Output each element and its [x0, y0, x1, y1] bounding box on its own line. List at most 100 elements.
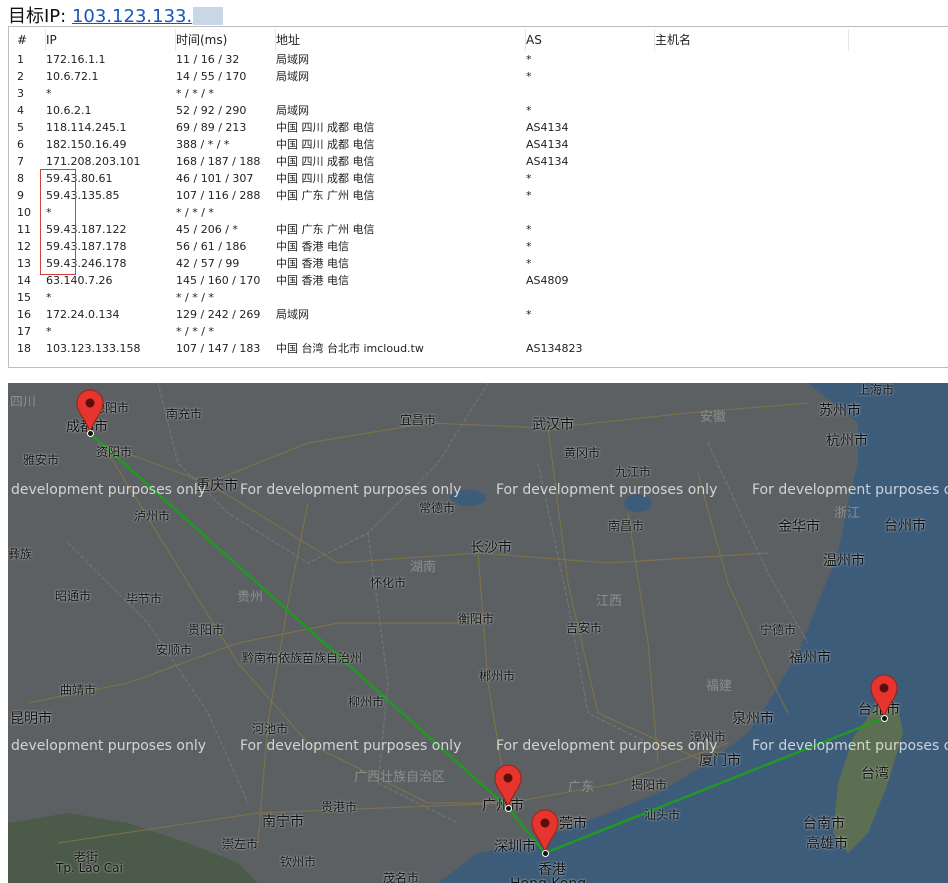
hop-cell: 14 — [17, 274, 31, 287]
time-cell: 388 / * / * — [176, 138, 230, 151]
hop-cell: 1 — [17, 53, 24, 66]
map-label: 黔南布依族苗族自治州 — [242, 651, 363, 665]
table-row[interactable]: 10 * * / * / * — [9, 204, 948, 221]
table-row[interactable]: 5 118.114.245.1 69 / 89 / 213 中国 四川 成都 电信 AS… — [9, 119, 948, 136]
map-pin-icon[interactable] — [870, 674, 898, 718]
table-row[interactable]: 8 59.43.80.61 46 / 101 / 307 中国 四川 成都 电信 * — [9, 170, 948, 187]
col-hostname[interactable]: 主机名 — [655, 29, 849, 51]
ip-cell: 103.123.133.158 — [46, 342, 141, 355]
table-row[interactable]: 17 * * / * / * — [9, 323, 948, 340]
dev-watermark: For development purposes only — [496, 482, 718, 498]
hop-cell: 15 — [17, 291, 31, 304]
address-cell: 中国 四川 成都 电信 — [276, 155, 375, 168]
map-label: 宜昌市 — [400, 413, 437, 427]
map-pin-icon[interactable] — [531, 809, 559, 853]
as-cell: * — [526, 308, 532, 321]
dev-watermark: For development purposes only — [240, 738, 462, 754]
hop-cell: 16 — [17, 308, 31, 321]
time-cell: 11 / 16 / 32 — [176, 53, 240, 66]
dev-watermark: For development purposes only — [752, 738, 948, 754]
map-pin-icon[interactable] — [494, 764, 522, 808]
time-cell: 14 / 55 / 170 — [176, 70, 247, 83]
map-label: 温州市 — [823, 553, 865, 569]
hop-cell: 17 — [17, 325, 31, 338]
map-label: 茂名市 — [383, 871, 420, 883]
table-row[interactable]: 7 171.208.203.101 168 / 187 / 188 中国 四川 成都 … — [9, 153, 948, 170]
as-cell: AS134823 — [526, 342, 583, 355]
map-label: 怀化市 — [370, 576, 407, 590]
table-row[interactable]: 2 10.6.72.1 14 / 55 / 170 局域网 * — [9, 68, 948, 85]
time-cell: 69 / 89 / 213 — [176, 121, 247, 134]
table-row[interactable]: 6 182.150.16.49 388 / * / * 中国 四川 成都 电信 AS41… — [9, 136, 948, 153]
as-cell: * — [526, 104, 532, 117]
table-row[interactable]: 15 * * / * / * — [9, 289, 948, 306]
address-cell: 局域网 — [276, 53, 309, 66]
time-cell: 129 / 242 / 269 — [176, 308, 261, 321]
hop-cell: 7 — [17, 155, 24, 168]
ip-cell: 118.114.245.1 — [46, 121, 127, 134]
address-cell: 中国 广东 广州 电信 — [276, 223, 375, 236]
map-label: 九江市 — [615, 465, 652, 479]
as-cell: AS4134 — [526, 155, 569, 168]
table-row[interactable]: 18 103.123.133.158 107 / 147 / 183 中国 台湾 台北… — [9, 340, 948, 357]
address-cell: 局域网 — [276, 70, 309, 83]
time-cell: 52 / 92 / 290 — [176, 104, 247, 117]
map-label: 钦州市 — [280, 855, 317, 869]
hop-cell: 3 — [17, 87, 24, 100]
map-label: 湖南 — [410, 560, 437, 575]
map-label: 苏州市 — [819, 403, 861, 419]
table-row[interactable]: 4 10.6.2.1 52 / 92 / 290 局域网 * — [9, 102, 948, 119]
target-ip-label: 目标IP: — [8, 6, 67, 27]
map-label: 彝族 — [8, 547, 33, 561]
as-cell: AS4134 — [526, 138, 569, 151]
map-label: 南充市 — [166, 407, 203, 421]
map-label: 曲靖市 — [60, 683, 97, 697]
map-label: 贵州 — [237, 590, 264, 605]
map-pin-icon[interactable] — [76, 389, 104, 433]
map-label: 柳州市 — [348, 695, 385, 709]
table-row[interactable]: 11 59.43.187.122 45 / 206 / * 中国 广东 广州 电信 * — [9, 221, 948, 238]
map-label: 河池市 — [252, 722, 289, 736]
map-label: 贵阳市 — [188, 623, 225, 637]
ip-cell: 171.208.203.101 — [46, 155, 141, 168]
time-cell: * / * / * — [176, 87, 214, 100]
address-cell: 中国 广东 广州 电信 — [276, 189, 375, 202]
table-row[interactable]: 14 63.140.7.26 145 / 160 / 170 中国 香港 电信 AS48… — [9, 272, 948, 289]
time-cell: 168 / 187 / 188 — [176, 155, 261, 168]
address-cell: 中国 香港 电信 — [276, 257, 349, 270]
route-node — [542, 850, 549, 857]
map-label: 常德市 — [419, 501, 456, 515]
hop-cell: 4 — [17, 104, 24, 117]
as-cell: * — [526, 53, 532, 66]
col-address[interactable]: 地址 — [276, 29, 526, 51]
table-row[interactable]: 13 59.43.246.178 42 / 57 / 99 中国 香港 电信 * — [9, 255, 948, 272]
table-row[interactable]: 3 * * / * / * — [9, 85, 948, 102]
table-row[interactable]: 9 59.43.135.85 107 / 116 / 288 中国 广东 广州 电信 * — [9, 187, 948, 204]
target-ip-header: 目标IP: 103.123.133. — [8, 2, 224, 27]
ip-cell: 182.150.16.49 — [46, 138, 127, 151]
table-row[interactable]: 16 172.24.0.134 129 / 242 / 269 局域网 * — [9, 306, 948, 323]
map-label: 黄冈市 — [564, 446, 601, 460]
col-as[interactable]: AS — [526, 29, 655, 51]
map-label: 南宁市 — [262, 814, 304, 830]
col-ip[interactable]: IP — [46, 29, 176, 51]
map-label: 崇左市 — [222, 837, 259, 851]
target-ip-link[interactable]: 103.123.133. — [72, 6, 192, 27]
ip-cell: 172.24.0.134 — [46, 308, 120, 321]
map-label: 汕头市 — [644, 808, 681, 822]
map-label: 郴州市 — [479, 669, 516, 683]
route-map[interactable]: 四川 德阳市 南充市 成都市 资阳市 雅安市 重庆市 泸州市 宜昌市 武汉市 黄冈市 安徽 上海市 苏州市… — [8, 383, 948, 883]
table-row[interactable]: 12 59.43.187.178 56 / 61 / 186 中国 香港 电信 * — [9, 238, 948, 255]
col-hop[interactable]: # — [17, 29, 46, 51]
table-row[interactable]: 1 172.16.1.1 11 / 16 / 32 局域网 * — [9, 51, 948, 68]
as-cell: AS4809 — [526, 274, 569, 287]
hop-cell: 18 — [17, 342, 31, 355]
map-label: 四川 — [10, 395, 37, 410]
map-label: 南昌市 — [608, 519, 645, 533]
map-label: 广东 — [568, 780, 595, 795]
map-label: 昆明市 — [10, 711, 52, 727]
hop-cell: 10 — [17, 206, 31, 219]
map-label: 金华市 — [778, 519, 820, 535]
col-time[interactable]: 时间(ms) — [176, 29, 276, 51]
ip-cell: 10.6.72.1 — [46, 70, 99, 83]
